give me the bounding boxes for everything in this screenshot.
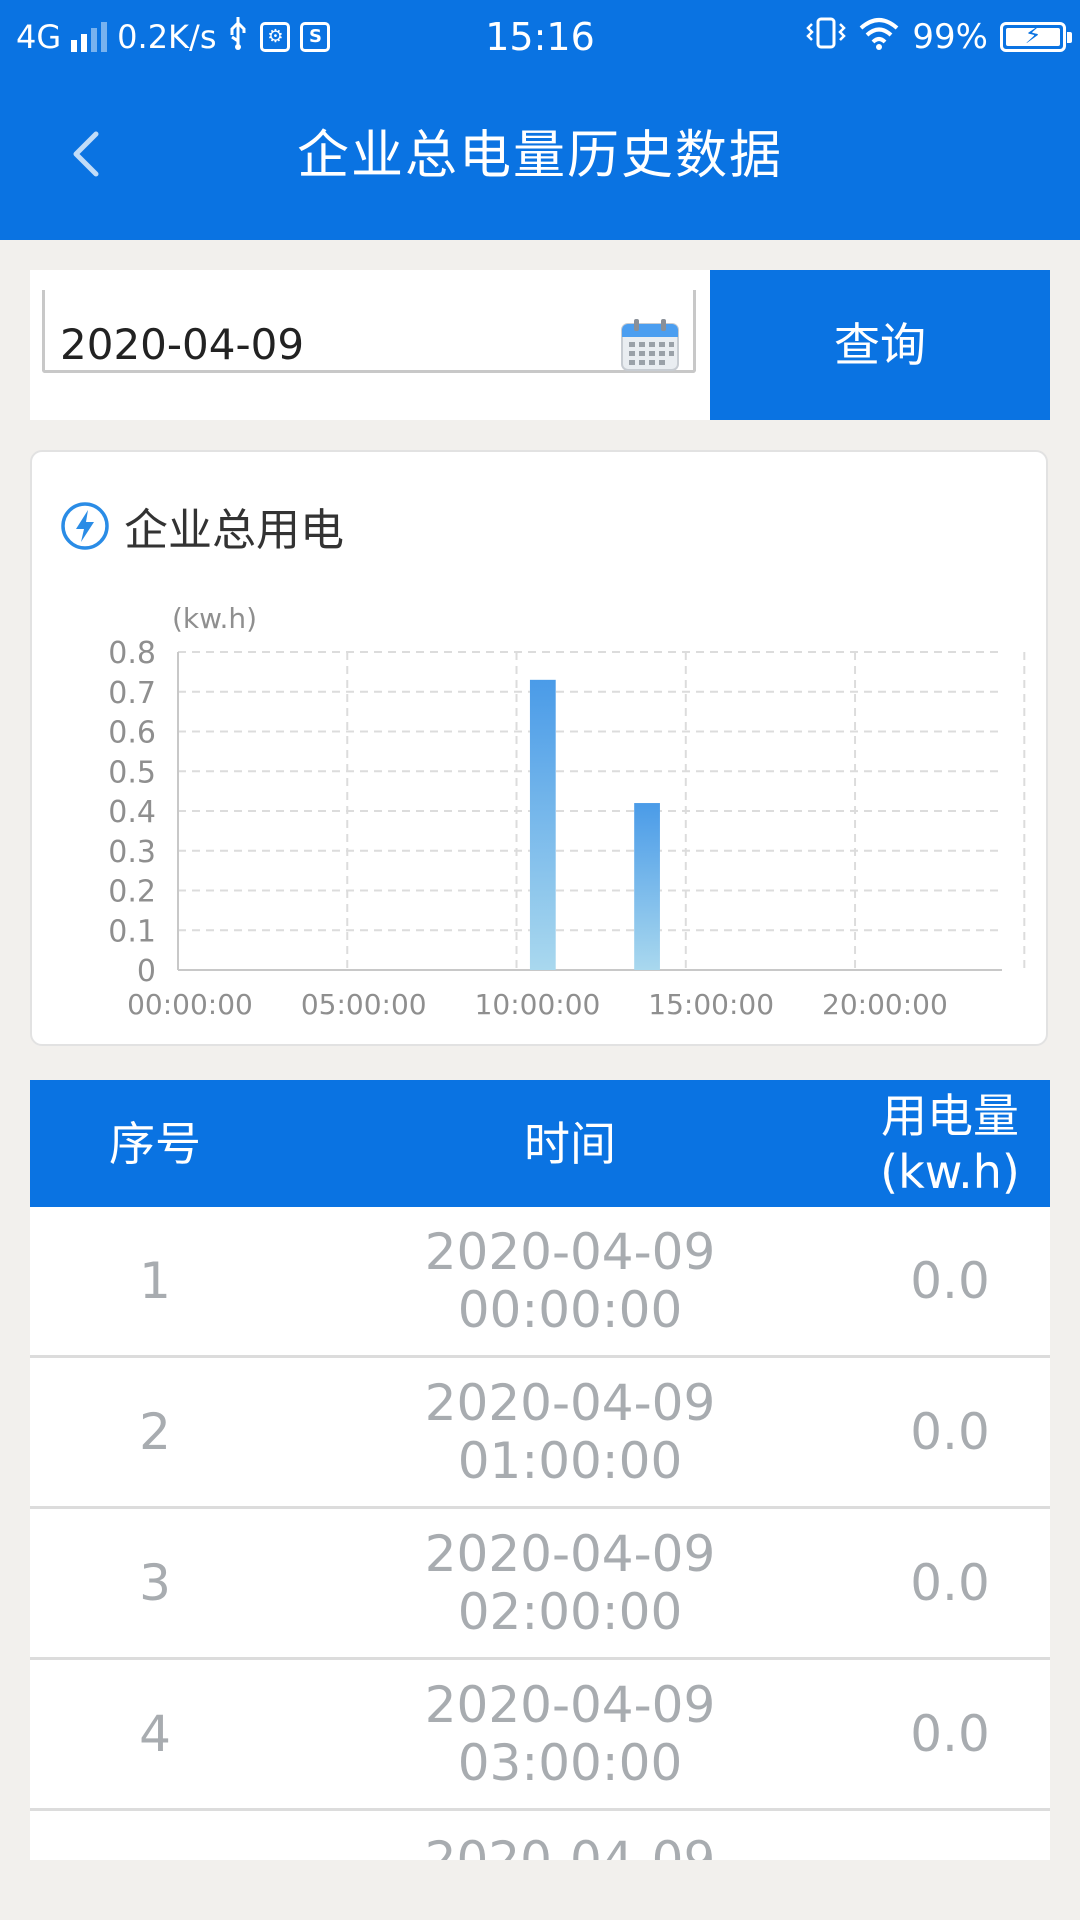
table-row[interactable]: 2 2020-04-09 01:00:00 0.0: [30, 1358, 1050, 1509]
vibrate-icon: [806, 16, 847, 59]
chart-bar: [634, 803, 660, 970]
battery-percent: 99%: [912, 17, 988, 57]
header-usage: 用电量 (kw.h): [830, 1080, 1050, 1207]
table-row[interactable]: 1 2020-04-09 00:00:00 0.0: [30, 1207, 1050, 1358]
y-axis-unit: (kw.h): [172, 602, 257, 635]
y-tick-label: 0.6: [108, 716, 156, 751]
table-row[interactable]: 3 2020-04-09 02:00:00 0.0: [30, 1509, 1050, 1660]
battery-charging-icon: ⚡: [1000, 21, 1072, 52]
row-time: 2020-04-09 03:00:00: [280, 1660, 860, 1808]
query-button[interactable]: 查询: [710, 270, 1050, 420]
row-index: 3: [139, 1554, 171, 1612]
chart-bar: [529, 679, 556, 970]
row-usage: 0.0: [910, 1403, 990, 1461]
row-date: 2020-04-09: [424, 1223, 716, 1281]
date-picker-field[interactable]: 2020-04-09: [30, 270, 710, 420]
table-header: 序号 时间 用电量 (kw.h): [30, 1080, 1050, 1207]
x-tick-label: 00:00:00: [127, 988, 253, 1021]
app-header: 4G 0.2K/s ⚙ S 15:16 99% ⚡ 企业总电量历史数据: [0, 0, 1080, 240]
y-tick-label: 0.2: [108, 875, 156, 910]
header-usage-unit: (kw.h): [880, 1144, 1020, 1199]
row-time: 2020-04-09 00:00:00: [280, 1207, 860, 1355]
table-body: 1 2020-04-09 00:00:00 0.0 2 2020-04-09 0…: [30, 1207, 1050, 1860]
status-right: 99% ⚡: [806, 14, 1072, 60]
wifi-icon: [858, 16, 900, 59]
usage-table: 序号 时间 用电量 (kw.h) 1 2020-04-09 00:00:00 0…: [30, 1080, 1050, 1860]
row-index: 2: [139, 1403, 171, 1461]
x-tick-label: 20:00:00: [822, 988, 948, 1021]
row-date: 2020-04-09: [424, 1374, 716, 1432]
y-tick-label: 0.8: [108, 636, 156, 671]
header-index: 序号: [109, 1116, 201, 1171]
y-tick-label: 0.4: [108, 795, 156, 830]
status-bar: 4G 0.2K/s ⚙ S 15:16 99% ⚡: [0, 0, 1080, 76]
row-time: 2020-04-09 02:00:00: [280, 1509, 860, 1657]
page-title: 企业总电量历史数据: [296, 126, 783, 186]
row-index: 1: [139, 1252, 171, 1310]
y-tick-label: 0.5: [108, 755, 156, 790]
usage-bar-chart: 0.8 0.7 0.6 0.5 0.4 0.3 0.2 0.1 0 (kw.h) 00:00:00 0…: [108, 602, 1026, 1021]
header-usage-line1: 用电量: [881, 1088, 1019, 1143]
x-tick-label: 15:00:00: [648, 988, 774, 1021]
row-clock: 02:00:00: [457, 1583, 683, 1641]
date-value[interactable]: 2020-04-09: [60, 320, 304, 370]
row-time: 2020-04-09: [280, 1811, 860, 1860]
x-tick-label: 05:00:00: [301, 988, 427, 1021]
calendar-icon[interactable]: [620, 318, 680, 372]
y-tick-label: 0.1: [108, 914, 156, 949]
row-index: 4: [139, 1705, 171, 1763]
table-row[interactable]: 4 2020-04-09 03:00:00 0.0: [30, 1660, 1050, 1811]
nav-bar: 企业总电量历史数据: [0, 76, 1080, 240]
row-date: 2020-04-09: [424, 1831, 716, 1860]
row-index: [30, 1811, 280, 1860]
row-clock: 00:00:00: [457, 1281, 683, 1339]
row-clock: 03:00:00: [457, 1734, 683, 1792]
y-tick-label: 0: [137, 954, 156, 989]
header-time: 时间: [524, 1116, 616, 1171]
row-usage: 0.0: [910, 1705, 990, 1763]
row-time: 2020-04-09 01:00:00: [280, 1358, 860, 1506]
row-date: 2020-04-09: [424, 1525, 716, 1583]
row-usage: [830, 1811, 1050, 1860]
row-usage: 0.0: [910, 1252, 990, 1310]
row-date: 2020-04-09: [424, 1676, 716, 1734]
x-tick-label: 10:00:00: [475, 988, 601, 1021]
y-tick-label: 0.3: [108, 835, 156, 870]
y-tick-label: 0.7: [108, 676, 156, 711]
row-usage: 0.0: [910, 1554, 990, 1612]
table-row[interactable]: 2020-04-09: [30, 1811, 1050, 1860]
chart-card: 企业总用电 0.8 0.7 0.6 0.5 0.4 0.3 0.2 0.1 0 (kw.h) 00:…: [30, 450, 1048, 1046]
row-clock: 01:00:00: [457, 1432, 683, 1490]
